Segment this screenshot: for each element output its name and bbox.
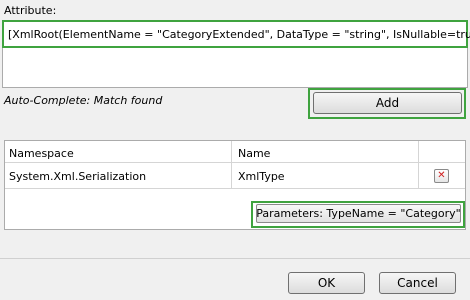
footer-separator <box>0 258 470 259</box>
column-header-name[interactable]: Name <box>238 147 270 160</box>
ok-button[interactable]: OK <box>288 272 365 294</box>
delete-row-button[interactable]: ✕ <box>434 169 449 183</box>
column-header-namespace[interactable]: Namespace <box>9 147 74 160</box>
add-button[interactable]: Add <box>313 92 462 114</box>
namespace-grid: Namespace Name System.Xml.Serialization … <box>4 140 466 230</box>
table-row[interactable]: System.Xml.Serialization XmlType ✕ <box>5 163 465 189</box>
column-divider <box>231 141 232 189</box>
column-divider <box>418 141 419 189</box>
row-name-cell: XmlType <box>238 170 285 183</box>
parameters-button[interactable]: Parameters: TypeName = "Category" <box>256 204 461 223</box>
autocomplete-status: Auto-Complete: Match found <box>4 94 163 107</box>
cancel-button[interactable]: Cancel <box>379 272 456 294</box>
attribute-label: Attribute: <box>4 4 57 17</box>
delete-x-icon: ✕ <box>437 170 446 181</box>
attribute-text[interactable]: [XmlRoot(ElementName = "CategoryExtended… <box>8 28 470 41</box>
grid-header: Namespace Name <box>5 141 465 163</box>
row-namespace-cell: System.Xml.Serialization <box>9 170 147 183</box>
